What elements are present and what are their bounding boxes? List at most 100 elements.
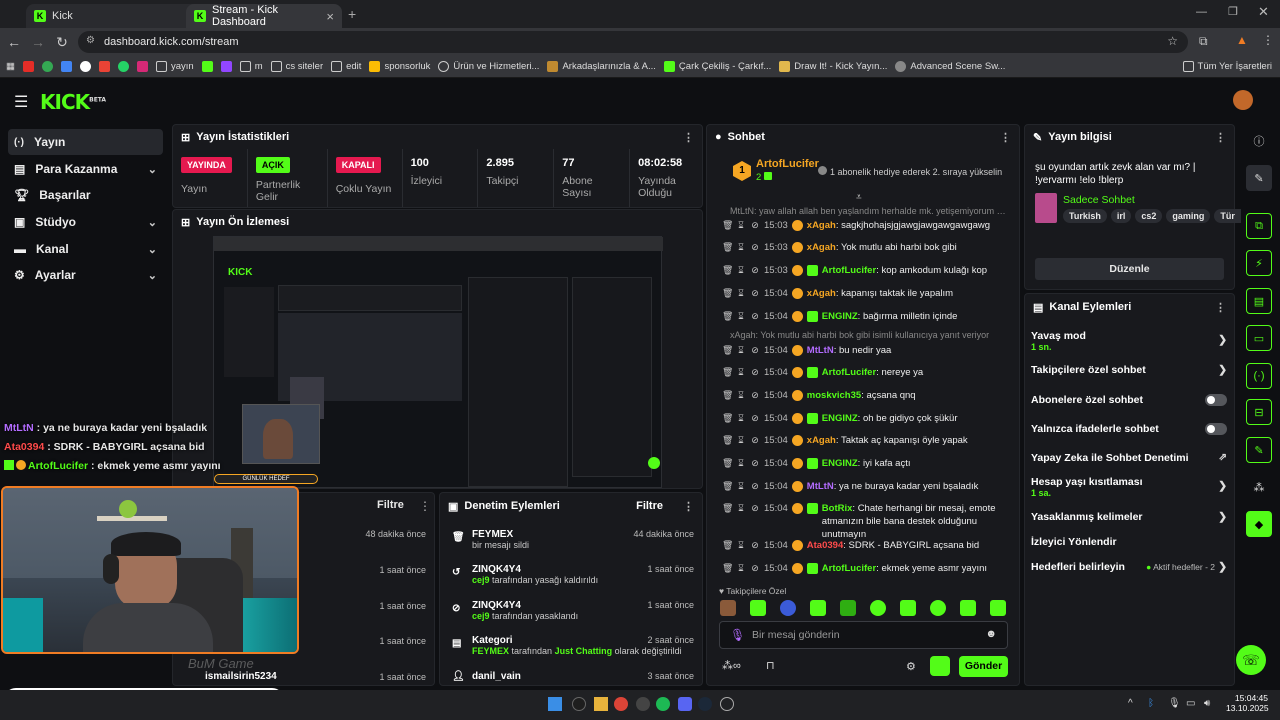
bluetooth-icon[interactable]: ᛒ (1148, 698, 1154, 709)
app-icon[interactable] (720, 697, 734, 711)
spotify-icon[interactable] (656, 697, 670, 711)
emote-icon[interactable] (750, 600, 766, 616)
youtube-icon[interactable] (22, 61, 34, 72)
chat-message[interactable]: 🗑︎ ⌛︎ ⊘ 15:03 ArtofLucifer: kop amkodum kula… (722, 264, 1020, 277)
mod-row[interactable]: ▤ Kategori FEYMEX tarafından Just Chatting… (452, 635, 694, 656)
bookmark-link[interactable]: Arkadaşlarınızla & A... (547, 61, 656, 72)
emoji-icon[interactable]: ☻ (985, 628, 997, 640)
more-icon[interactable]: ⋮ (419, 499, 431, 513)
close-tab-icon[interactable]: × (326, 9, 334, 24)
discord-icon[interactable] (678, 697, 692, 711)
moderation-filter-button[interactable]: Filtre (636, 500, 663, 512)
more-icon[interactable]: ⋮ (1215, 301, 1226, 314)
chat-message[interactable]: 🗑︎ ⌛︎ ⊘ 15:04 ArtofLucifer: ekmek yeme asmr … (722, 562, 1020, 575)
tag[interactable]: Turkish (1063, 209, 1107, 223)
bookmark-link[interactable]: Draw It! - Kick Yayın... (779, 61, 887, 72)
wrench-rail-icon[interactable]: ✎ (1246, 437, 1272, 463)
extension-icon[interactable] (930, 656, 950, 676)
emote-icon[interactable] (870, 600, 886, 616)
chat-message[interactable]: 🗑︎ ⌛︎ ⊘ 15:03 xAgah: Yok mutlu abi harbi bok… (722, 241, 1020, 254)
store-icon[interactable]: ⊓ (766, 659, 775, 672)
chat-message[interactable]: 🗑︎ ⌛︎ ⊘ 15:04 BotRix: Chate herhangi bir mes… (722, 502, 1020, 541)
edit-button[interactable]: Düzenle (1035, 258, 1224, 280)
bookmark-folder[interactable]: m (239, 61, 263, 72)
chrome-icon[interactable] (614, 697, 628, 711)
windows-start-icon[interactable] (548, 697, 562, 711)
more-icon[interactable]: ⋮ (683, 500, 694, 513)
apps-rail-icon[interactable]: ⁂ (1246, 474, 1272, 500)
tag[interactable]: Tür (1214, 209, 1241, 223)
more-icon[interactable]: ⋮ (1000, 131, 1011, 144)
chat-input[interactable]: 🎙︎ Bir mesaj gönderin ☻ (719, 621, 1008, 649)
gmail-icon[interactable] (98, 61, 110, 72)
obs-icon[interactable] (636, 697, 650, 711)
photos-icon[interactable] (60, 61, 72, 72)
bookmark-folder[interactable]: edit (331, 61, 361, 72)
kick-icon[interactable] (201, 61, 213, 72)
chat-message[interactable]: 🗑︎ ⌛︎ ⊘ 15:04 moskvich35: açsana qnq (722, 389, 1020, 402)
account-age-row[interactable]: Hesap yaşı kısıtlaması 1 sa. ❯ (1031, 476, 1227, 498)
followers-only-row[interactable]: Takipçilere özel sohbet ❯ (1031, 364, 1227, 376)
steam-icon[interactable] (698, 697, 712, 711)
layout-rail-icon[interactable]: ⊟ (1246, 399, 1272, 425)
mic-icon[interactable]: 🎙︎ (730, 628, 745, 642)
chat-message[interactable]: 🗑︎ ⌛︎ ⊘ 15:04 ENGINZ: oh be gidiyo çok şükür (722, 412, 1020, 425)
chat-message[interactable]: 🗑︎ ⌛︎ ⊘ 15:03 xAgah: sagkjhohajsjgjawgjawgaw… (722, 219, 1020, 232)
chat-message[interactable]: 🗑︎ ⌛︎ ⊘ 15:04 xAgah: Taktak aç kapanışı öyle… (722, 434, 1020, 447)
emote-icon[interactable] (810, 600, 826, 616)
mod-row[interactable]: 👤︎ danil_vain 3 saat önce (452, 671, 694, 682)
emote-icon[interactable] (960, 600, 976, 616)
hamburger-menu-icon[interactable]: ☰ (14, 92, 28, 112)
whatsapp-icon[interactable] (117, 61, 129, 72)
tray-chevron-icon[interactable]: ^ (1128, 698, 1133, 709)
explorer-icon[interactable] (594, 697, 608, 711)
forward-icon[interactable]: → (26, 34, 50, 50)
chat-message[interactable]: 🗑︎ ⌛︎ ⊘ 15:04 Ata0394: SDRK - BABYGIRL açsan… (722, 539, 1020, 552)
network-icon[interactable]: ▭ (1186, 698, 1195, 709)
clip-rail-icon[interactable]: ⧉ (1246, 213, 1272, 239)
emote-icon[interactable] (780, 600, 796, 616)
chat-rail-icon[interactable]: ▭ (1246, 325, 1272, 351)
chat-message[interactable]: 🗑︎ ⌛︎ ⊘ 15:04 ArtofLucifer: nereye ya (722, 366, 1020, 379)
chat-message[interactable]: 🗑︎ ⌛︎ ⊘ 15:04 ENGINZ: iyi kafa açtı (722, 457, 1020, 470)
more-icon[interactable]: ⋮ (683, 131, 694, 144)
pencil-rail-icon[interactable]: ✎ (1246, 165, 1272, 191)
emote-icon[interactable] (720, 600, 736, 616)
sidebar-item-yayin[interactable]: (·) Yayın (8, 129, 163, 155)
extensions-icon[interactable]: ⧉ (1199, 34, 1208, 49)
sidebar-item-kanal[interactable]: ▬ Kanal ⌄ (8, 236, 163, 262)
ai-moderation-row[interactable]: Yapay Zeka ile Sohbet Denetimi ⇗ (1031, 452, 1227, 464)
more-icon[interactable]: ⋮ (1215, 131, 1226, 144)
emote-icon[interactable] (900, 600, 916, 616)
all-bookmarks[interactable]: Tüm Yer İşaretleri (1182, 61, 1272, 72)
google-icon[interactable] (79, 61, 91, 72)
activity-filter-button[interactable]: Filtre (377, 499, 404, 511)
chat-message[interactable]: 🗑︎ ⌛︎ ⊘ 15:04 MtLtN: ya ne buraya kadar yeni… (722, 480, 1020, 493)
sidebar-item-para-kazanma[interactable]: ▤ Para Kazanma ⌄ (8, 156, 163, 182)
reload-icon[interactable]: ↻ (50, 34, 74, 51)
emotes-only-row[interactable]: Yalnızca ifadelerle sohbet (1031, 423, 1227, 435)
bookmark-folder[interactable]: yayın (155, 61, 194, 72)
menu-icon[interactable]: ⋮ (1262, 33, 1274, 47)
collapse-icon[interactable]: ⩡ (856, 192, 862, 203)
sidebar-item-studyo[interactable]: ▣ Stüdyo ⌄ (8, 209, 163, 235)
chat-message[interactable]: 🗑︎ ⌛︎ ⊘ 15:04 xAgah: kapanışı taktak ile yap… (722, 287, 1020, 300)
new-tab-icon[interactable]: + (348, 6, 356, 22)
host-row[interactable]: İzleyici Yönlendir (1031, 536, 1227, 548)
extension-rail-icon[interactable]: ◆ (1246, 511, 1272, 537)
bookmark-drive[interactable]: sponsorluk (369, 61, 430, 72)
bookmark-link[interactable]: Ürün ve Hizmetleri... (438, 61, 539, 72)
chat-message[interactable]: 🗑︎ ⌛︎ ⊘ 15:04 MtLtN: bu nedir yaa (722, 344, 1020, 357)
support-icon[interactable]: ☏ (1236, 645, 1266, 675)
info-rail-icon[interactable]: ⓘ (1246, 128, 1272, 154)
twitch-icon[interactable] (220, 61, 232, 72)
close-window-icon[interactable]: ✕ (1258, 4, 1269, 20)
mod-row[interactable]: ↺ ZINQK4Y4 cej9 tarafından yasağı kaldırıl… (452, 564, 694, 585)
goals-row[interactable]: Hedefleri belirleyin ● Aktif hedefler - 2… (1031, 561, 1227, 573)
kick-logo[interactable]: KICKBETA (40, 90, 106, 114)
url-input[interactable]: ⚙ dashboard.kick.com/stream ☆ (78, 31, 1188, 53)
search-icon[interactable] (572, 697, 586, 711)
emote-icon[interactable] (990, 600, 1006, 616)
document-rail-icon[interactable]: ▤ (1246, 288, 1272, 314)
mod-row[interactable]: ⊘ ZINQK4Y4 cej9 tarafından yasaklandı 1 saa… (452, 600, 694, 621)
